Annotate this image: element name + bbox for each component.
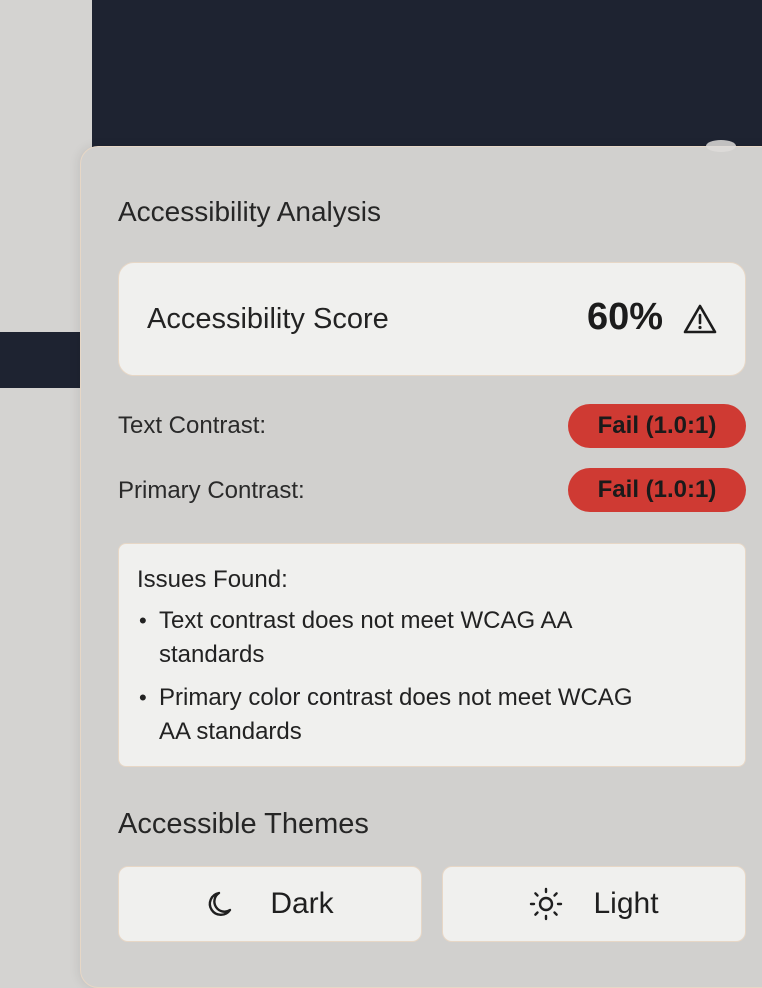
themes-title: Accessible Themes: [118, 808, 369, 840]
dark-theme-label: Dark: [270, 887, 334, 920]
light-theme-label: Light: [593, 887, 659, 920]
issue-line: Primary color contrast does not meet WCA…: [159, 684, 633, 711]
primary-contrast-fail-badge: Fail (1.0:1): [568, 468, 746, 512]
panel-title: Accessibility Analysis: [118, 196, 381, 227]
bullet-icon: •: [139, 685, 147, 710]
score-value: 60%: [586, 296, 663, 338]
primary-contrast-label: Primary Contrast:: [118, 477, 305, 504]
issues-title: Issues Found:: [137, 566, 288, 593]
issue-line: AA standards: [159, 718, 302, 745]
moon-icon: [209, 891, 232, 917]
background-dark-area: [92, 0, 762, 150]
issue-text-contrast: Text contrast does not meet WCAG AA stan…: [159, 604, 719, 672]
light-theme-button[interactable]: Light: [442, 866, 746, 942]
issue-line: standards: [159, 641, 265, 668]
text-contrast-fail-badge: Fail (1.0:1): [568, 404, 746, 448]
panel-drag-handle[interactable]: [706, 140, 736, 152]
bullet-icon: •: [139, 608, 147, 633]
sun-icon: [530, 887, 563, 921]
score-label: Accessibility Score: [147, 303, 389, 335]
warning-triangle-icon: [683, 304, 717, 334]
text-contrast-label: Text Contrast:: [118, 412, 267, 439]
dark-theme-button[interactable]: Dark: [118, 866, 422, 942]
score-card: Accessibility Score 60%: [118, 262, 746, 376]
issues-card: Issues Found: • Text contrast does not m…: [118, 543, 746, 767]
issue-line: Text contrast does not meet WCAG AA: [159, 607, 573, 634]
issue-primary-contrast: Primary color contrast does not meet WCA…: [159, 681, 719, 749]
